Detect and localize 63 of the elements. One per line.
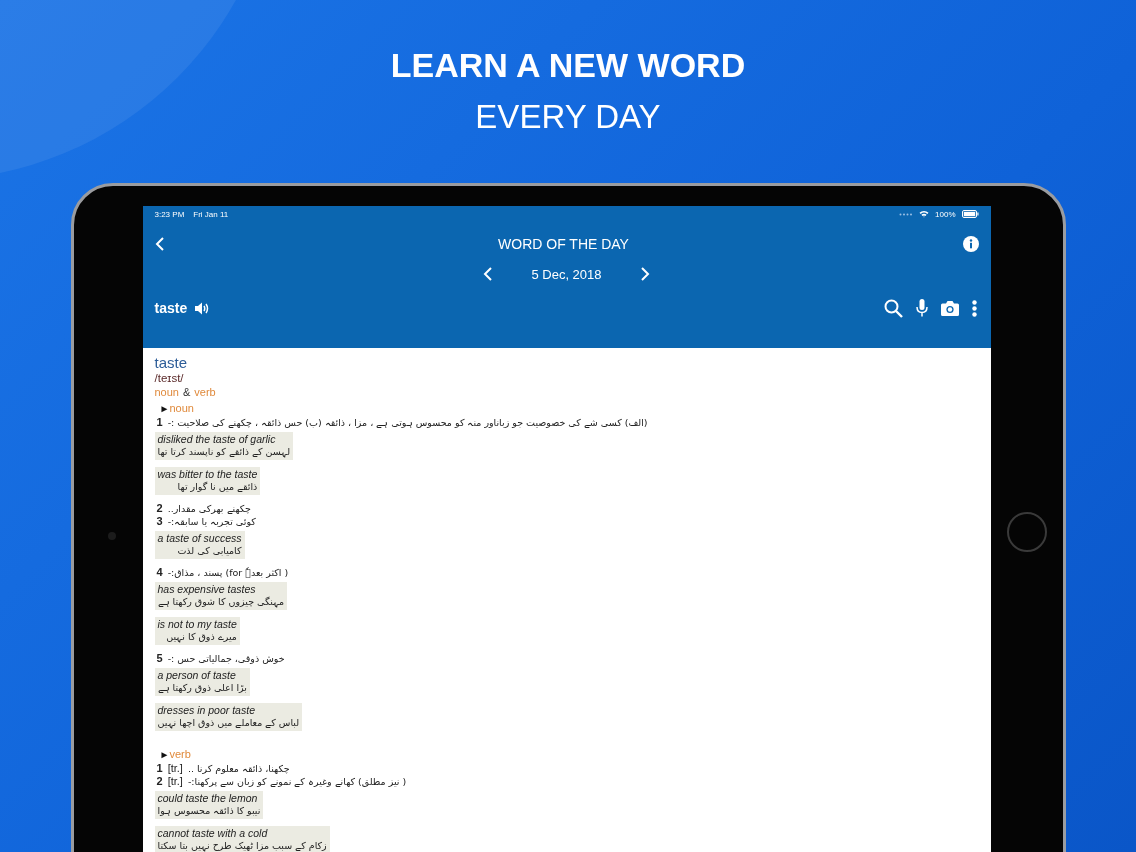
example-urdu: نیبو کا ذائقہ محسوس ہوا — [157, 804, 261, 818]
entry-word: taste — [154, 354, 189, 372]
wifi-icon — [919, 210, 930, 218]
sense-definition: ( نیز مطلق) کھانے وغیرہ کے نمونے کو زبان سے پرکھنا:- — [187, 775, 407, 788]
triangle-marker: ► — [159, 749, 170, 760]
sense-number: 1 — [156, 416, 163, 429]
headline-subtitle: EVERY DAY — [474, 97, 662, 137]
signal-dots-icon — [899, 212, 914, 216]
sense-number: 2 — [156, 775, 163, 788]
example-urdu: لباس کے معاملے میں ذوق اچھا نہیں — [157, 716, 300, 730]
example-english: a taste of success — [157, 532, 242, 544]
sense-definition: چکھنے بھرکی مقدار.. — [167, 502, 251, 515]
sense-definition: خوش ذوقی، جمالیاتی حس :- — [167, 652, 285, 665]
header-word: taste — [154, 300, 188, 316]
sense-number: 3 — [156, 515, 163, 528]
example-urdu: بڑا اعلی ذوق رکھتا ہے — [157, 681, 247, 695]
speaker-icon[interactable] — [195, 301, 210, 315]
next-day-icon[interactable] — [639, 266, 650, 282]
example-urdu: مہنگی چیزوں کا شوق رکھتا ہے — [157, 595, 285, 609]
battery-icon — [961, 210, 979, 218]
example-urdu: لہسن کے ذائقے کو ناپسند کرتا تھا — [157, 445, 291, 459]
example-urdu: میرے ذوق کا نہیں — [165, 630, 237, 644]
example-english: is not to my taste — [157, 618, 237, 630]
sense-number: 5 — [156, 652, 163, 665]
example-urdu: کامیابی کی لذت — [176, 544, 242, 558]
word-date: 5 Dec, 2018 — [531, 266, 602, 282]
section-label: verb — [169, 748, 191, 760]
info-icon[interactable] — [962, 236, 979, 252]
part-of-speech: noun — [154, 385, 179, 399]
sense-definition: ( اکثر بعدہٗ for) پسند ، مذاق:- — [167, 566, 289, 579]
battery-percent: 100% — [935, 209, 956, 219]
example-english: a person of taste — [157, 669, 237, 681]
example-english: disliked the taste of garlic — [157, 433, 277, 445]
sense-number: 1 — [156, 762, 163, 775]
grammar-tag: [tr.] — [167, 762, 183, 775]
conjunction-text: & — [183, 385, 191, 399]
screen-title: WORD OF THE DAY — [498, 236, 629, 252]
sense-definition: کوئی تجربہ یا سابقہ:- — [167, 515, 256, 528]
example-urdu: ذائقے میں نا گوار تھا — [176, 480, 258, 494]
sense-number: 4 — [156, 566, 163, 579]
example-english: could taste the lemon — [157, 792, 259, 804]
example-english: dresses in poor taste — [157, 704, 256, 716]
camera-icon[interactable] — [940, 300, 959, 316]
example-english: has expensive tastes — [157, 583, 257, 595]
status-time: 3:23 PM — [154, 209, 185, 219]
grammar-tag: [tr.] — [167, 775, 183, 788]
sense-number: 2 — [156, 502, 163, 515]
pronunciation: /teɪst/ — [154, 372, 185, 385]
back-icon[interactable] — [154, 236, 165, 252]
previous-day-icon[interactable] — [483, 266, 494, 282]
part-of-speech: verb — [194, 385, 216, 399]
status-date: Fri Jan 11 — [193, 209, 229, 219]
section-label: noun — [169, 402, 194, 414]
example-english: cannot taste with a cold — [157, 827, 269, 839]
sense-definition: چکھنا، ذائقہ معلوم کرنا .. — [187, 762, 290, 775]
headline-title: LEARN A NEW WORD — [390, 45, 746, 86]
microphone-icon[interactable] — [915, 299, 928, 317]
triangle-marker: ► — [159, 403, 170, 414]
search-icon[interactable] — [883, 298, 903, 318]
example-english: was bitter to the taste — [157, 468, 258, 480]
more-options-icon[interactable] — [971, 299, 977, 317]
example-urdu: زکام کے سبب مزا ٹھیک طرح نہیں بتا سکتا — [157, 839, 327, 852]
sense-definition: (الف) کسی شے کی خصوصیت جو زباناور منہ کو محسوس ہوتی ہے ، مزا ، ذائقہ (ب) حس ذائقہ ، چکھنے کی صلاحیت :- — [167, 416, 648, 429]
